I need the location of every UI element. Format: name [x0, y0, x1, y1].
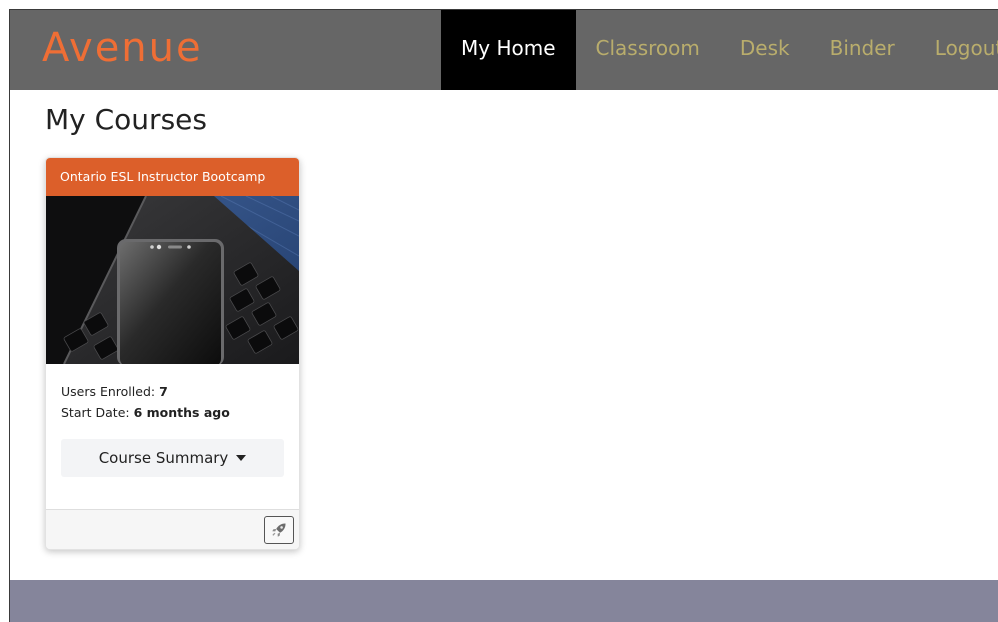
nav-binder[interactable]: Binder — [810, 10, 915, 90]
users-enrolled-value: 7 — [159, 384, 168, 399]
start-date-label: Start Date: — [61, 405, 130, 420]
course-card-footer — [46, 509, 299, 549]
course-card-title[interactable]: Ontario ESL Instructor Bootcamp — [46, 158, 299, 196]
nav-logout[interactable]: Logout — [915, 10, 998, 90]
start-date: Start Date: 6 months ago — [61, 402, 284, 423]
main-nav: My Home Classroom Desk Binder Logout — [441, 10, 998, 90]
course-summary-label: Course Summary — [98, 449, 229, 467]
start-date-value: 6 months ago — [133, 405, 230, 420]
rocket-icon — [272, 523, 286, 537]
users-enrolled-label: Users Enrolled: — [61, 384, 156, 399]
course-card: Ontario ESL Instructor Bootcamp Users En… — [45, 157, 300, 550]
users-enrolled: Users Enrolled: 7 — [61, 381, 284, 402]
nav-my-home[interactable]: My Home — [441, 10, 576, 90]
page-footer — [10, 580, 998, 622]
app-window: Avenue My Home Classroom Desk Binder Log… — [9, 9, 998, 622]
course-image[interactable] — [46, 196, 299, 364]
brand-logo[interactable]: Avenue — [42, 20, 203, 76]
course-card-body: Users Enrolled: 7 Start Date: 6 months a… — [46, 364, 299, 477]
navbar: Avenue My Home Classroom Desk Binder Log… — [10, 10, 998, 90]
caret-down-icon — [236, 455, 247, 461]
nav-classroom[interactable]: Classroom — [576, 10, 720, 90]
page-title: My Courses — [45, 103, 207, 136]
course-summary-dropdown[interactable]: Course Summary — [61, 439, 284, 477]
nav-desk[interactable]: Desk — [720, 10, 810, 90]
launch-course-button[interactable] — [264, 516, 294, 544]
